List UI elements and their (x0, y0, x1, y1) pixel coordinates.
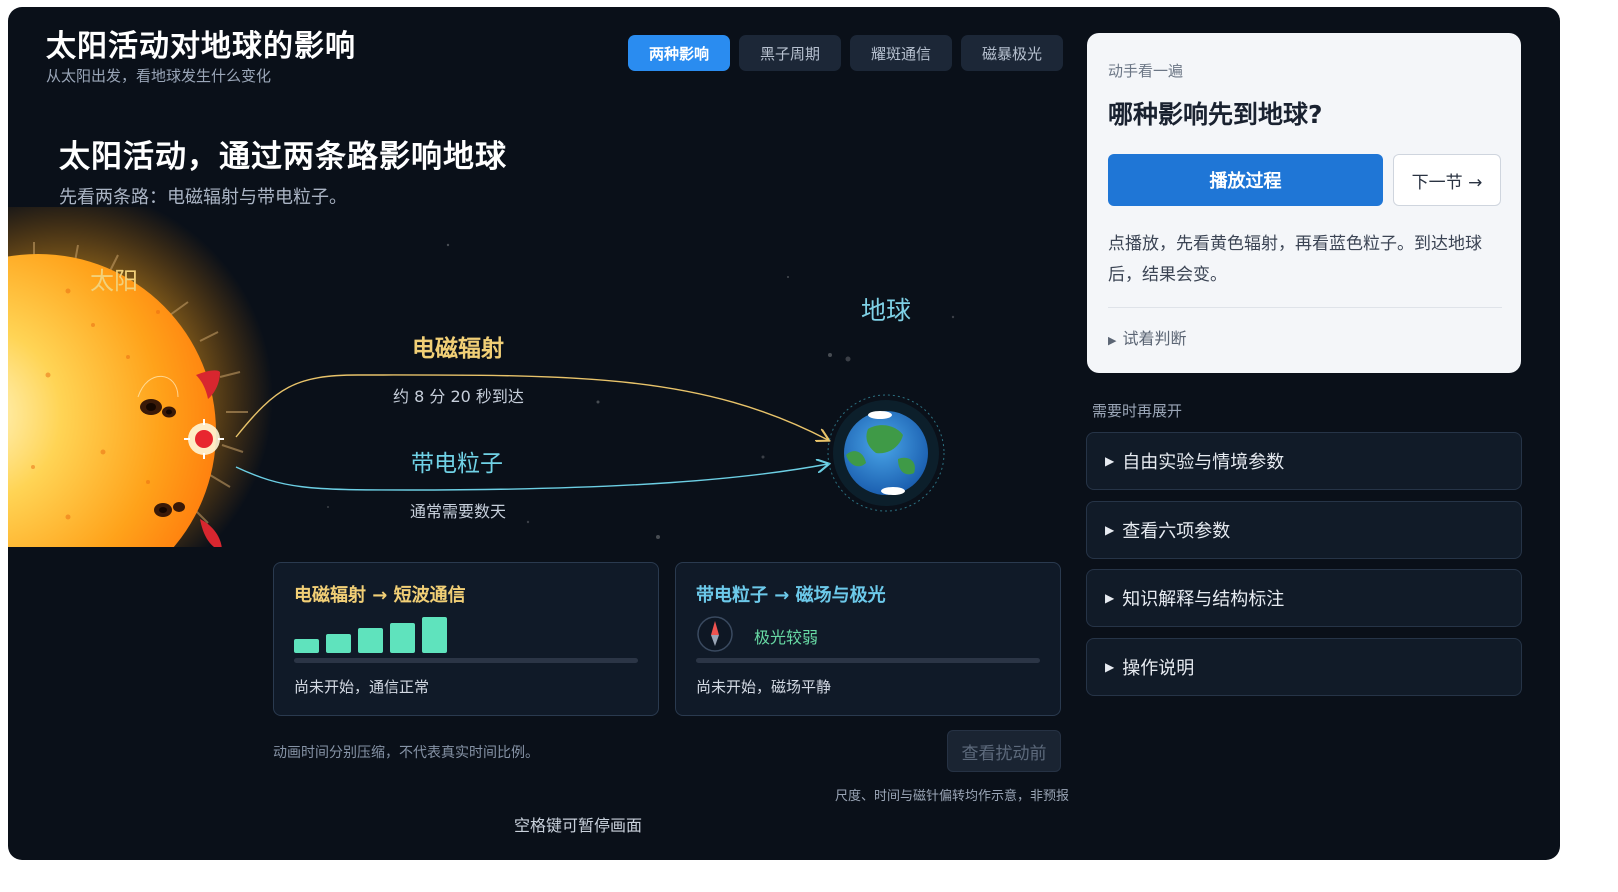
aurora-level: 极光较弱 (754, 628, 819, 647)
earth (827, 394, 945, 512)
radio-card-status: 尚未开始，通信正常 (294, 678, 430, 696)
magnet-effect-card: 带电粒子 → 磁场与极光 极光较弱 尚未开始，磁场平静 (675, 562, 1061, 716)
signal-strength-icon (294, 613, 474, 653)
accordion-label: 查看六项参数 (1122, 521, 1231, 542)
radio-effect-card: 电磁辐射 → 短波通信 尚未开始，通信正常 (273, 562, 659, 716)
activity-panel: 动手看一遍 哪种影响先到地球? 播放过程 下一节 → 点播放，先看黄色辐射，再看… (1087, 33, 1521, 373)
sun-earth-scene (8, 207, 955, 547)
particle-label: 带电粒子 (411, 451, 503, 477)
animation-footnote: 动画时间分别压缩，不代表真实时间比例。 (273, 745, 539, 761)
tab-sunspot-cycle[interactable]: 黑子周期 (739, 35, 841, 71)
radio-card-title: 电磁辐射 → 短波通信 (294, 585, 466, 606)
app-window: 太阳活动对地球的影响 从太阳出发，看地球发生什么变化 两种影响 黑子周期 耀斑通… (8, 7, 1560, 860)
view-before-disturbance-button[interactable]: 查看扰动前 (947, 730, 1061, 772)
caret-right-icon: ▶ (1108, 334, 1117, 347)
radiation-note: 约 8 分 20 秒到达 (393, 387, 524, 406)
app-title: 太阳活动对地球的影响 (46, 29, 356, 64)
play-process-button[interactable]: 播放过程 (1108, 154, 1383, 206)
disclaimer: 尺度、时间与磁针偏转均作示意，非预报 (835, 789, 1070, 804)
radiation-label: 电磁辐射 (412, 336, 504, 362)
magnet-card-title: 带电粒子 → 磁场与极光 (696, 585, 886, 606)
accordion-label: 知识解释与结构标注 (1122, 589, 1285, 610)
panel-divider (1108, 307, 1502, 308)
signal-bar (422, 617, 447, 653)
panel-question: 哪种影响先到地球? (1108, 100, 1323, 129)
sun (8, 207, 273, 547)
section-lede: 先看两条路：电磁辐射与带电粒子。 (59, 187, 347, 208)
accordion-label: 操作说明 (1122, 658, 1195, 679)
compass-icon (697, 616, 733, 652)
accordion-instructions[interactable]: ▶ 操作说明 (1086, 638, 1522, 696)
signal-bar (390, 623, 415, 653)
signal-bar (326, 634, 351, 653)
accordion-label: 自由实验与情境参数 (1122, 452, 1285, 473)
expand-hint: 需要时再展开 (1092, 402, 1183, 420)
panel-kicker: 动手看一遍 (1108, 62, 1184, 80)
radiation-path (235, 374, 828, 440)
app-subtitle: 从太阳出发，看地球发生什么变化 (46, 67, 272, 85)
tab-two-effects[interactable]: 两种影响 (628, 35, 730, 71)
tab-storm-aurora[interactable]: 磁暴极光 (961, 35, 1063, 71)
magnet-card-status: 尚未开始，磁场平静 (696, 678, 832, 696)
try-judge-toggle[interactable]: ▶ 试着判断 (1108, 325, 1186, 349)
magnet-progress-track (696, 658, 1040, 663)
accordion-knowledge[interactable]: ▶ 知识解释与结构标注 (1086, 569, 1522, 627)
sun-label: 太阳 (90, 267, 138, 295)
accordion-free-experiment[interactable]: ▶ 自由实验与情境参数 (1086, 432, 1522, 490)
pause-hint: 空格键可暂停画面 (514, 816, 643, 835)
accordion-six-params[interactable]: ▶ 查看六项参数 (1086, 501, 1522, 559)
panel-description: 点播放，先看黄色辐射，再看蓝色粒子。到达地球后，结果会变。 (1108, 234, 1482, 285)
section-headline: 太阳活动，通过两条路影响地球 (59, 139, 507, 175)
tab-flare-communication[interactable]: 耀斑通信 (850, 35, 952, 71)
caret-right-icon: ▶ (1105, 660, 1115, 674)
caret-right-icon: ▶ (1105, 454, 1115, 468)
caret-right-icon: ▶ (1105, 523, 1115, 537)
next-section-button[interactable]: 下一节 → (1393, 154, 1501, 206)
earth-label: 地球 (861, 296, 912, 325)
caret-right-icon: ▶ (1105, 591, 1115, 605)
signal-bar (358, 628, 383, 653)
signal-bar (294, 639, 319, 653)
particle-note: 通常需要数天 (410, 502, 507, 521)
particle-path (235, 464, 828, 491)
try-judge-label: 试着判断 (1122, 329, 1187, 348)
radio-progress-track (294, 658, 638, 663)
